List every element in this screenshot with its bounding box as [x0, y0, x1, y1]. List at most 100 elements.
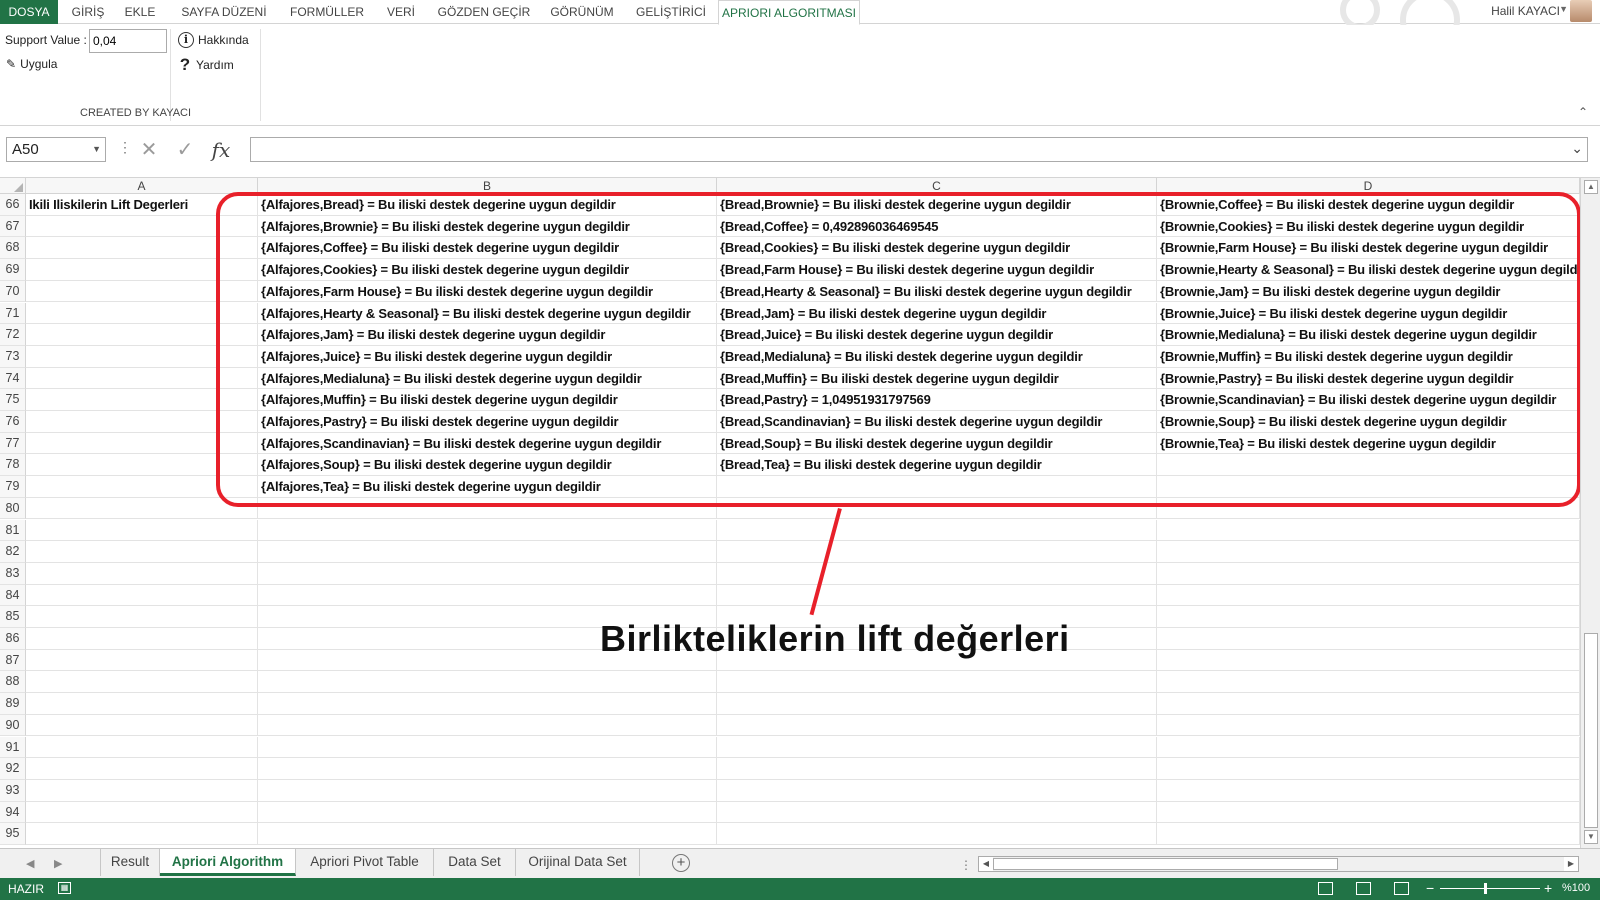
cell-d[interactable]: [1157, 801, 1580, 824]
zoom-in-icon[interactable]: +: [1544, 880, 1552, 896]
cell-a[interactable]: [26, 280, 258, 303]
cell-b[interactable]: [258, 497, 717, 520]
cell-a[interactable]: [26, 628, 258, 650]
cell-d[interactable]: {Brownie,Cookies} = Bu iliski destek deg…: [1157, 215, 1580, 238]
row-header[interactable]: 95: [0, 823, 26, 845]
cell-d[interactable]: [1157, 606, 1580, 628]
cell-a[interactable]: [26, 411, 258, 433]
cell-c[interactable]: [717, 758, 1157, 780]
sheet-tab-apriori-pivot-table[interactable]: Apriori Pivot Table: [296, 849, 434, 876]
cell-c[interactable]: [717, 736, 1157, 759]
cell-c[interactable]: {Bread,Scandinavian} = Bu iliski destek …: [717, 411, 1157, 433]
cell-d[interactable]: {Brownie,Muffin} = Bu iliski destek dege…: [1157, 345, 1580, 368]
page-layout-view-icon[interactable]: [1356, 882, 1371, 895]
row-header[interactable]: 82: [0, 541, 26, 563]
zoom-slider[interactable]: [1440, 888, 1540, 889]
tab-insert[interactable]: EKLE: [118, 0, 162, 24]
sheet-tab-result[interactable]: Result: [100, 849, 160, 876]
cell-b[interactable]: [258, 801, 717, 824]
tab-page-layout[interactable]: SAYFA DÜZENİ: [172, 0, 276, 24]
cell-c[interactable]: {Bread,Cookies} = Bu iliski destek deger…: [717, 237, 1157, 260]
cell-a[interactable]: [26, 693, 258, 715]
cell-a[interactable]: [26, 823, 258, 845]
row-header[interactable]: 77: [0, 432, 26, 455]
cell-a[interactable]: [26, 302, 258, 325]
expand-formula-icon[interactable]: ⌄: [1571, 140, 1583, 157]
cell-c[interactable]: {Bread,Tea} = Bu iliski destek degerine …: [717, 454, 1157, 477]
cell-a[interactable]: Ikili Iliskilerin Lift Degerleri: [26, 194, 258, 216]
tab-review[interactable]: GÖZDEN GEÇİR: [434, 0, 534, 24]
cell-a[interactable]: [26, 367, 258, 390]
cell-c[interactable]: [717, 562, 1157, 585]
row-header[interactable]: 76: [0, 411, 26, 433]
cell-b[interactable]: {Alfajores,Tea} = Bu iliski destek deger…: [258, 476, 717, 498]
cell-b[interactable]: {Alfajores,Bread} = Bu iliski destek deg…: [258, 194, 717, 216]
formula-input[interactable]: ⌄: [250, 137, 1588, 162]
cell-a[interactable]: [26, 389, 258, 411]
cell-a[interactable]: [26, 714, 258, 737]
cell-b[interactable]: {Alfajores,Juice} = Bu iliski destek deg…: [258, 345, 717, 368]
row-header[interactable]: 67: [0, 215, 26, 238]
cell-d[interactable]: [1157, 454, 1580, 477]
tab-data[interactable]: VERİ: [378, 0, 424, 24]
cell-d[interactable]: [1157, 476, 1580, 498]
cell-b[interactable]: {Alfajores,Jam} = Bu iliski destek deger…: [258, 324, 717, 346]
cell-b[interactable]: [258, 671, 717, 694]
cell-d[interactable]: [1157, 497, 1580, 520]
cell-c[interactable]: {Bread,Farm House} = Bu iliski destek de…: [717, 259, 1157, 281]
cell-d[interactable]: [1157, 584, 1580, 607]
more-icon[interactable]: ⋮: [118, 139, 132, 156]
horizontal-scroll-thumb[interactable]: [993, 858, 1338, 870]
apply-button[interactable]: ✎ Uygula: [6, 57, 57, 71]
cell-c[interactable]: [717, 714, 1157, 737]
cell-d[interactable]: [1157, 671, 1580, 694]
cell-b[interactable]: {Alfajores,Scandinavian} = Bu iliski des…: [258, 432, 717, 455]
row-header[interactable]: 73: [0, 345, 26, 368]
cell-b[interactable]: [258, 584, 717, 607]
row-header[interactable]: 78: [0, 454, 26, 477]
cell-d[interactable]: {Brownie,Medialuna} = Bu iliski destek d…: [1157, 324, 1580, 346]
row-header[interactable]: 81: [0, 519, 26, 542]
cell-c[interactable]: [717, 497, 1157, 520]
sheet-tab-orijinal-data-set[interactable]: Orijinal Data Set: [516, 849, 640, 876]
cell-b[interactable]: {Alfajores,Hearty & Seasonal} = Bu ilisk…: [258, 302, 717, 325]
row-header[interactable]: 69: [0, 259, 26, 281]
cell-a[interactable]: [26, 779, 258, 802]
tab-developer[interactable]: GELİŞTİRİCİ: [630, 0, 712, 24]
row-header[interactable]: 72: [0, 324, 26, 346]
column-header-d[interactable]: D: [1157, 178, 1580, 194]
cell-c[interactable]: [717, 779, 1157, 802]
cell-c[interactable]: {Bread,Jam} = Bu iliski destek degerine …: [717, 302, 1157, 325]
row-header[interactable]: 88: [0, 671, 26, 694]
cell-b[interactable]: {Alfajores,Coffee} = Bu iliski destek de…: [258, 237, 717, 260]
chevron-right-icon[interactable]: ▶: [54, 857, 62, 870]
cell-c[interactable]: {Bread,Pastry} = 1,04951931797569: [717, 389, 1157, 411]
tab-formulas[interactable]: FORMÜLLER: [286, 0, 368, 24]
cell-a[interactable]: [26, 432, 258, 455]
macro-record-icon[interactable]: ▦: [58, 882, 71, 894]
cell-d[interactable]: {Brownie,Jam} = Bu iliski destek degerin…: [1157, 280, 1580, 303]
row-header[interactable]: 94: [0, 801, 26, 824]
vertical-scroll-thumb[interactable]: [1584, 633, 1598, 828]
row-header[interactable]: 93: [0, 779, 26, 802]
cell-c[interactable]: {Bread,Muffin} = Bu iliski destek degeri…: [717, 367, 1157, 390]
scroll-down-icon[interactable]: ▼: [1584, 830, 1598, 844]
page-break-view-icon[interactable]: [1394, 882, 1409, 895]
row-header[interactable]: 92: [0, 758, 26, 780]
add-sheet-icon[interactable]: +: [672, 854, 690, 872]
cell-b[interactable]: [258, 562, 717, 585]
row-header[interactable]: 90: [0, 714, 26, 737]
column-header-c[interactable]: C: [717, 178, 1157, 194]
cell-b[interactable]: {Alfajores,Cookies} = Bu iliski destek d…: [258, 259, 717, 281]
cell-a[interactable]: [26, 476, 258, 498]
row-header[interactable]: 74: [0, 367, 26, 390]
cell-b[interactable]: {Alfajores,Medialuna} = Bu iliski destek…: [258, 367, 717, 390]
row-header[interactable]: 66: [0, 194, 26, 216]
tab-file[interactable]: DOSYA: [0, 0, 58, 24]
cell-c[interactable]: [717, 671, 1157, 694]
cell-a[interactable]: [26, 237, 258, 260]
scroll-up-icon[interactable]: ▲: [1584, 180, 1598, 194]
row-header[interactable]: 87: [0, 649, 26, 672]
check-icon[interactable]: ✓: [172, 137, 198, 162]
cell-a[interactable]: [26, 758, 258, 780]
